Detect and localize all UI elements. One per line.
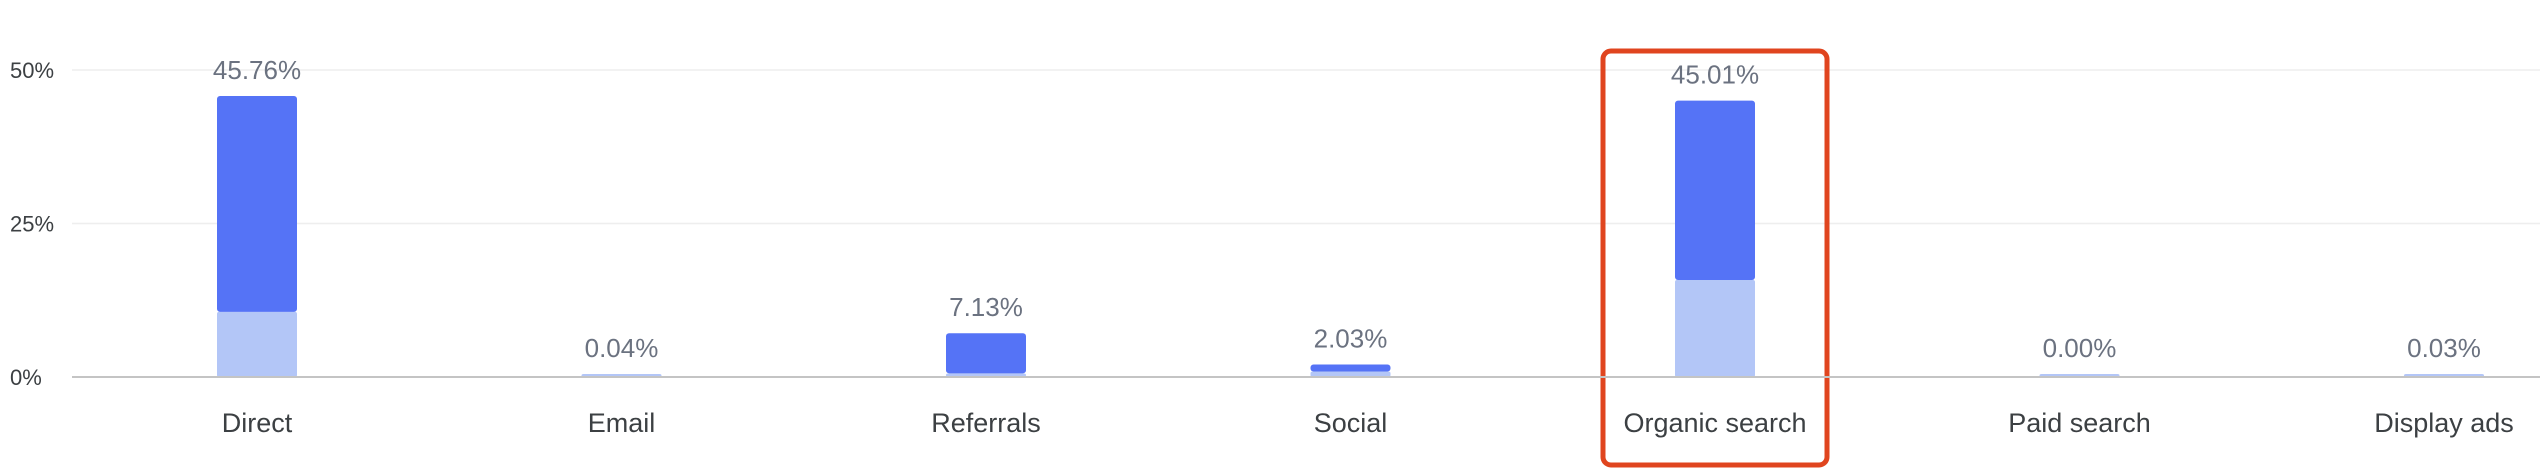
bar-chart: 0% 25% 50% 45.76% Direct 0.04% Email 7.13% Refer… bbox=[10, 48, 2540, 468]
category-label: Direct bbox=[222, 408, 293, 438]
y-tick-label: 0% bbox=[10, 365, 42, 390]
data-label: 7.13% bbox=[949, 292, 1023, 322]
data-label: 0.04% bbox=[585, 333, 659, 363]
bar-segment-dark bbox=[1310, 364, 1391, 372]
category-label: Organic search bbox=[1623, 408, 1806, 438]
data-label: 2.03% bbox=[1314, 324, 1388, 354]
bar-segment-dark bbox=[946, 333, 1026, 374]
bar-segment-dark bbox=[1675, 100, 1755, 280]
data-label: 45.01% bbox=[1671, 60, 1759, 90]
category-label: Email bbox=[588, 408, 656, 438]
y-tick-label: 50% bbox=[10, 58, 54, 83]
category-label: Social bbox=[1314, 408, 1388, 438]
y-tick-label: 25% bbox=[10, 212, 54, 237]
data-label: 0.03% bbox=[2407, 333, 2481, 363]
data-label: 0.00% bbox=[2043, 333, 2117, 363]
category-label: Display ads bbox=[2374, 408, 2514, 438]
chart-container: 0% 25% 50% 45.76% Direct 0.04% Email 7.13% Refer… bbox=[0, 0, 2540, 476]
category-label: Paid search bbox=[2008, 408, 2151, 438]
bar-segment-light bbox=[1675, 279, 1755, 377]
category-label: Referrals bbox=[931, 408, 1041, 438]
bar-segment-light bbox=[217, 311, 297, 377]
bar-segment-dark bbox=[217, 96, 297, 312]
data-label: 45.76% bbox=[213, 55, 301, 85]
